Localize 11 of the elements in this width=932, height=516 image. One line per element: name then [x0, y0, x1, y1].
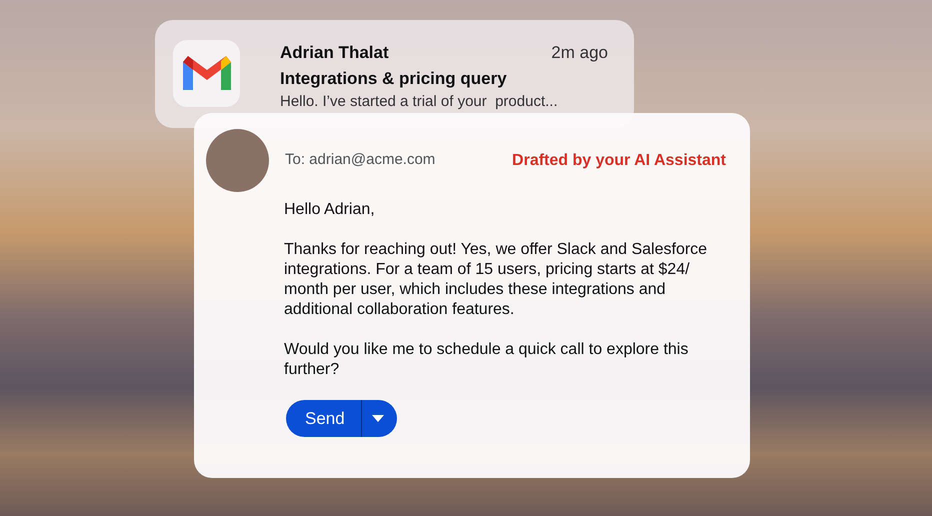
message-paragraph: Thanks for reaching out! Yes, we offer Slack and Salesforce integrations. For a team of 15 users, pricing starts at $24/ month per user, which includes these integrations and additional collaboration features.	[284, 240, 708, 320]
sender-name: Adrian Thalat	[280, 42, 389, 64]
ai-draft-label: Drafted by your AI Assistant	[512, 150, 726, 170]
email-preview: Hello. I’ve started a trial of your product...	[280, 92, 559, 112]
mail-app-icon	[173, 40, 240, 107]
message-paragraph: Would you like me to schedule a quick call to explore this further?	[284, 340, 690, 380]
caret-icon	[372, 415, 384, 422]
time-ago: 2m ago	[551, 42, 608, 64]
recipient-label: To: adrian@acme.com	[285, 150, 436, 170]
message-paragraph: Hello Adrian,	[284, 200, 376, 220]
email-subject: Integrations & pricing query	[280, 68, 508, 90]
